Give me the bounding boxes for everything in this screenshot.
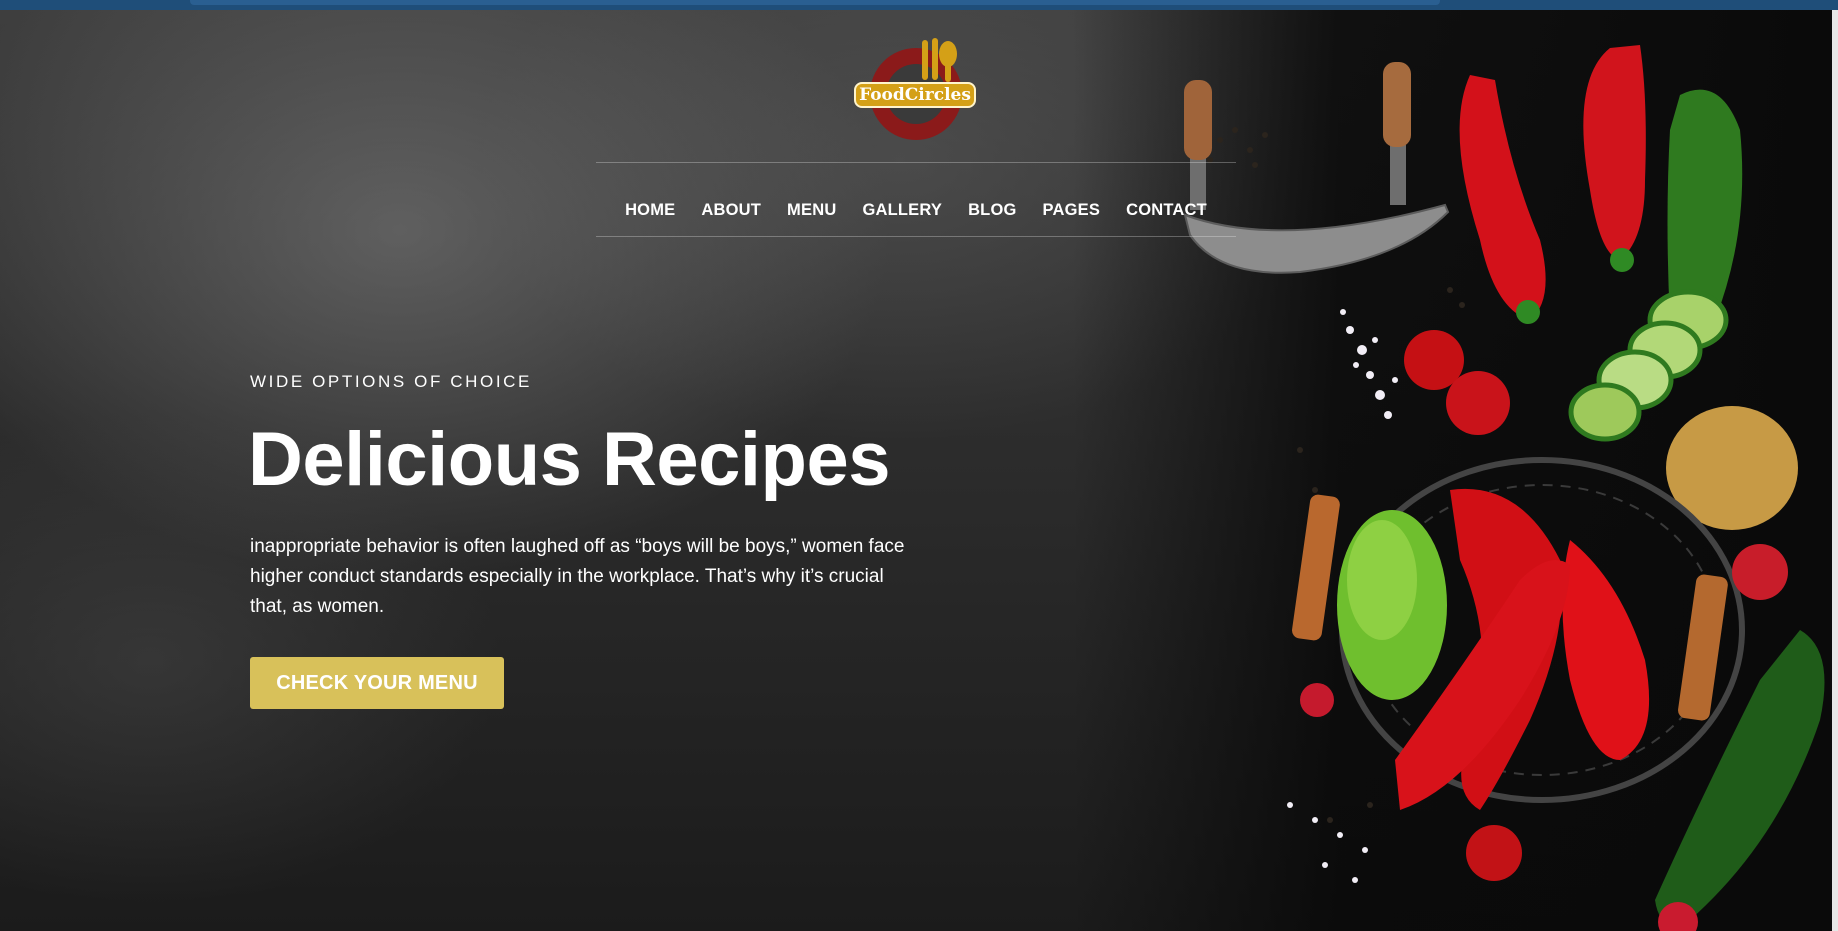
nav-divider-top bbox=[596, 162, 1236, 163]
logo-wordmark: FoodCircles bbox=[854, 82, 976, 108]
hero-section: FoodCircles HOME ABOUT MENU GALLERY BLOG… bbox=[0, 10, 1832, 931]
page-scrollbar[interactable] bbox=[1832, 10, 1838, 931]
hero-title: Delicious Recipes bbox=[248, 417, 891, 502]
lettuce-icon bbox=[1337, 510, 1447, 700]
foodcircles-logo[interactable]: FoodCircles bbox=[852, 36, 980, 144]
nav-item-pages[interactable]: PAGES bbox=[1043, 190, 1101, 230]
check-menu-button[interactable]: CHECK YOUR MENU bbox=[250, 657, 504, 709]
nav-item-home[interactable]: HOME bbox=[625, 190, 675, 230]
nav-divider-bottom bbox=[596, 236, 1236, 237]
main-nav: HOME ABOUT MENU GALLERY BLOG PAGES CONTA… bbox=[596, 190, 1236, 230]
hero-eyebrow: WIDE OPTIONS OF CHOICE bbox=[250, 372, 532, 391]
nav-item-blog[interactable]: BLOG bbox=[968, 190, 1016, 230]
nav-item-gallery[interactable]: GALLERY bbox=[862, 190, 942, 230]
browser-top-bar bbox=[0, 0, 1838, 10]
nav-item-about[interactable]: ABOUT bbox=[701, 190, 761, 230]
nav-item-contact[interactable]: CONTACT bbox=[1126, 190, 1207, 230]
red-pepper-icon bbox=[1459, 45, 1646, 324]
mezzaluna-knife-icon bbox=[1183, 62, 1450, 274]
hero-description: inappropriate behavior is often laughed … bbox=[250, 536, 905, 617]
food-photo bbox=[1183, 45, 1825, 931]
nav-item-menu[interactable]: MENU bbox=[787, 190, 836, 230]
browser-tab-strip bbox=[190, 0, 1440, 5]
